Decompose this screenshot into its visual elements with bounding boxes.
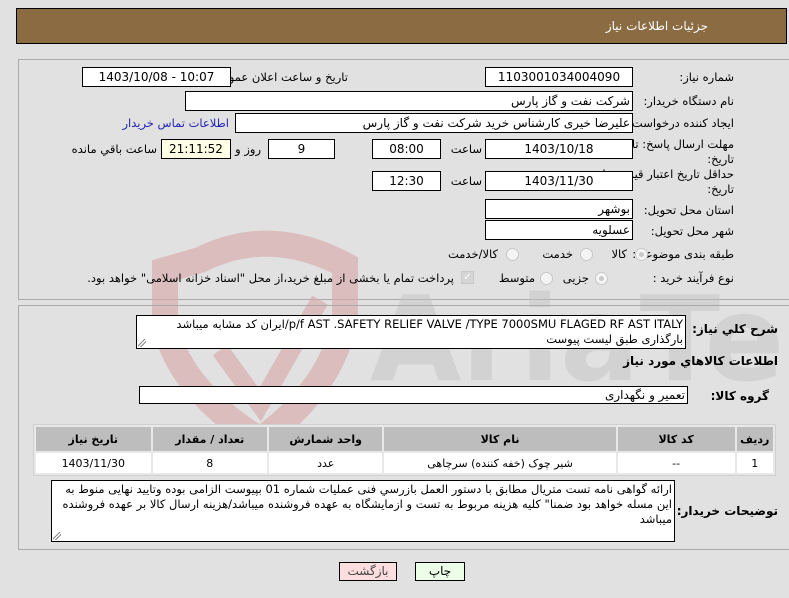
goods-group-label: گروه کالا: — [710, 389, 769, 403]
back-button[interactable]: بازگشت — [339, 562, 397, 581]
remaining-days: 9 — [268, 139, 335, 159]
price-validity-time: 12:30 — [372, 171, 441, 191]
treasury-payment-checkbox[interactable]: ✓ — [461, 271, 474, 284]
general-desc-text: p/f AST .SAFETY RELIEF VALVE /TYPE 7000S… — [176, 317, 683, 346]
buyer-notes-textarea[interactable]: ارائه گواهی نامه تست متریال مطابق با دست… — [51, 480, 675, 542]
cell-row-number: 1 — [736, 453, 773, 473]
resize-grip-icon[interactable] — [138, 339, 146, 347]
purchase-option-medium: متوسط — [498, 271, 535, 285]
category-radio-goods[interactable] — [635, 248, 648, 261]
cell-need-date: 1403/11/30 — [36, 453, 151, 473]
response-deadline-label-2: تاریخ: — [707, 152, 734, 166]
category-radio-service[interactable] — [580, 248, 593, 261]
buyer-contact-link[interactable]: اطلاعات تماس خریدار — [122, 116, 229, 131]
cell-name: شیر چوک (خفه کننده) سرچاهی — [384, 453, 616, 473]
category-option-service: خدمت — [542, 247, 573, 261]
need-number-label: شماره نیاز: — [679, 70, 734, 84]
price-validity-time-label: ساعت — [450, 174, 482, 188]
buyer-notes-label: توضیحات خریدار: — [676, 504, 778, 518]
response-deadline-time: 08:00 — [372, 139, 441, 159]
table-row: 1 -- شیر چوک (خفه کننده) سرچاهی عدد 8 14… — [36, 453, 773, 473]
items-table: ردیف کد کالا نام کالا واحد شمارش تعداد /… — [33, 424, 776, 476]
items-table-header: ردیف کد کالا نام کالا واحد شمارش تعداد /… — [36, 427, 773, 451]
requester-label: ایجاد کننده درخواست: — [628, 116, 734, 130]
response-deadline-date: 1403/10/18 — [485, 139, 633, 159]
page-title: جزئیات اطلاعات نیاز — [605, 19, 708, 33]
remaining-time: 21:11:52 — [161, 139, 231, 159]
need-number-field: 1103001034004090 — [485, 67, 633, 87]
response-deadline-label-1: مهلت ارسال پاسخ: تا — [631, 137, 734, 151]
purchase-option-minor: جزیی — [562, 271, 589, 285]
col-header-name: نام کالا — [384, 427, 616, 451]
page-header: جزئیات اطلاعات نیاز — [16, 8, 787, 44]
price-validity-date: 1403/11/30 — [485, 171, 633, 191]
announce-datetime-field: 1403/10/08 - 10:07 — [82, 67, 231, 87]
price-validity-label-2: تاریخ: — [707, 182, 734, 196]
purchase-type-label: نوع فرآیند خرید : — [652, 271, 734, 285]
requester-field: علیرضا خیری کارشناس خرید شرکت نفت و گاز … — [235, 113, 633, 133]
delivery-province-field: بوشهر — [485, 199, 633, 219]
delivery-city-field: عسلویه — [485, 220, 633, 240]
days-label: روز و — [235, 142, 261, 156]
cell-quantity: 8 — [152, 453, 268, 473]
category-radio-goods-service[interactable] — [506, 248, 519, 261]
purchase-radio-minor[interactable] — [595, 272, 608, 285]
category-option-goods-service: کالا/خدمت — [447, 247, 498, 261]
buyer-org-label: نام دستگاه خریدار: — [643, 94, 734, 108]
buyer-notes-text: ارائه گواهی نامه تست متریال مطابق با دست… — [62, 482, 672, 526]
delivery-city-label: شهر محل تحویل: — [650, 224, 734, 238]
general-desc-textarea[interactable]: p/f AST .SAFETY RELIEF VALVE /TYPE 7000S… — [136, 315, 686, 349]
col-header-row: ردیف — [736, 427, 773, 451]
treasury-payment-note: پرداخت تمام یا بخشی از مبلغ خرید،از محل … — [87, 271, 454, 285]
print-button[interactable]: چاپ — [415, 562, 465, 581]
cell-code: -- — [617, 453, 735, 473]
delivery-province-label: استان محل تحویل: — [643, 203, 734, 217]
col-header-unit: واحد شمارش — [269, 427, 383, 451]
items-section-title: اطلاعات کالاهاي مورد نیاز — [623, 354, 778, 368]
purchase-radio-medium[interactable] — [540, 272, 553, 285]
category-option-goods: کالا — [611, 247, 627, 261]
buyer-org-field: شرکت نفت و گاز پارس — [185, 91, 633, 111]
cell-unit: عدد — [269, 453, 383, 473]
remaining-time-label: ساعت باقي مانده — [71, 142, 157, 156]
col-header-code: کد کالا — [617, 427, 735, 451]
col-header-need-date: تاریخ نیاز — [36, 427, 151, 451]
response-time-label: ساعت — [450, 142, 482, 156]
goods-group-field: تعمیر و نگهداری — [139, 386, 688, 404]
resize-grip-icon[interactable] — [53, 532, 61, 540]
general-desc-label: شرح کلي نیاز: — [692, 322, 778, 336]
col-header-quantity: تعداد / مقدار — [152, 427, 268, 451]
